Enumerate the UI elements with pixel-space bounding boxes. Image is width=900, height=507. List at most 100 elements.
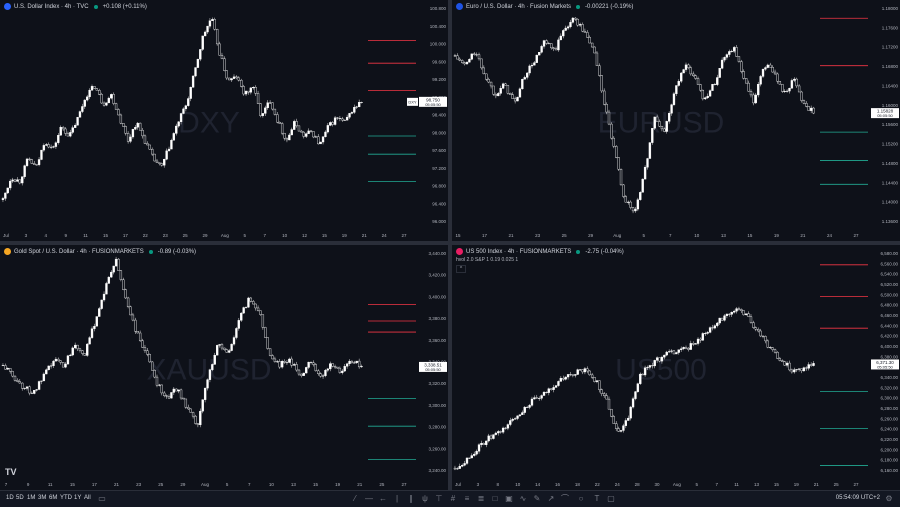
time-tick-label: 23: [136, 482, 142, 487]
candle-up: [98, 308, 101, 317]
trend-line-icon[interactable]: ⁄: [350, 494, 360, 504]
candle-up: [653, 360, 656, 367]
candle-down: [30, 392, 34, 394]
horizontal-line-icon[interactable]: —: [364, 494, 374, 504]
price-tick-label: 6,340.00: [880, 375, 898, 380]
note-icon[interactable]: ▢: [606, 494, 616, 504]
price-tick-label: 97.200: [432, 166, 446, 171]
box-icon[interactable]: ▣: [504, 494, 514, 504]
time-tick-label: 22: [595, 482, 601, 487]
arrow-icon[interactable]: ↗: [546, 494, 556, 504]
candle-down: [588, 37, 591, 44]
candle-down: [547, 43, 550, 45]
candle-up: [761, 69, 765, 77]
candle-up: [86, 96, 89, 101]
price-tick-label: 99.200: [432, 77, 446, 82]
date-range-icon[interactable]: ▭: [97, 494, 107, 504]
fib-extension-icon[interactable]: ≣: [476, 494, 486, 504]
timeframe-all[interactable]: All: [84, 495, 91, 501]
candle-down: [141, 129, 144, 137]
pitchfork-icon[interactable]: ψ: [420, 494, 430, 504]
chart-svg-xauusd[interactable]: XAUUSD3,440.003,420.003,400.003,380.003,…: [0, 245, 448, 490]
timeframe-6m[interactable]: 6M: [49, 495, 57, 501]
price-tick-label: 3,260.00: [428, 446, 446, 451]
chart-pane-eurusd[interactable]: EURUSD 1.18000 1.17600 1.17200 1.16800 1.1640…: [452, 0, 900, 241]
candle-down: [9, 368, 12, 372]
candle-up: [754, 94, 757, 104]
pane-divider-vertical[interactable]: [448, 0, 452, 490]
time-tick-label: 8: [497, 482, 500, 487]
candle-down: [610, 123, 613, 139]
candle-down: [805, 103, 808, 107]
path-icon[interactable]: ∿: [518, 494, 528, 504]
candle-down: [189, 408, 192, 413]
candle-up: [215, 345, 219, 356]
candle-up: [518, 414, 522, 417]
candle-up: [461, 465, 464, 467]
candle-down: [271, 355, 274, 360]
candle-down: [800, 368, 803, 372]
candle-up: [177, 389, 180, 392]
candle-down: [769, 64, 772, 68]
candle-up: [261, 113, 265, 116]
vertical-line-icon[interactable]: |: [392, 494, 402, 504]
timeframe-ytd[interactable]: YTD: [60, 495, 72, 501]
candle-down: [117, 258, 120, 271]
time-tick-label: 30: [654, 482, 660, 487]
candle-down: [699, 84, 702, 91]
time-tick-label: 21: [814, 482, 820, 487]
timeframe-1y[interactable]: 1Y: [74, 495, 81, 501]
candle-up: [535, 54, 538, 63]
candle-up: [516, 415, 519, 419]
candle-down: [155, 376, 159, 386]
candle-down: [146, 350, 149, 355]
chart-svg-us500[interactable]: US5006,580.006,560.006,540.006,520.006,5…: [452, 245, 900, 490]
timeframe-5d[interactable]: 5D: [16, 495, 24, 501]
rectangle-icon[interactable]: □: [490, 494, 500, 504]
candle-up: [196, 58, 200, 68]
candle-up: [783, 91, 786, 92]
pane-divider-horizontal[interactable]: [0, 241, 900, 245]
gann-icon[interactable]: ⊤: [434, 494, 444, 504]
candle-down: [285, 138, 289, 141]
clock[interactable]: 05:54:09 UTC+2: [836, 495, 880, 501]
candle-down: [788, 362, 791, 371]
candle-down: [658, 121, 661, 127]
tradingview-logo[interactable]: TV: [5, 467, 17, 477]
time-tick-label: 7: [248, 482, 251, 487]
collapse-legend-button[interactable]: ^: [456, 265, 466, 273]
chart-svg-dxy[interactable]: DXY100.800100.400100.00099.60099.20098.8…: [0, 0, 448, 241]
price-tick-label: 6,520.00: [880, 282, 898, 287]
text-icon[interactable]: T: [592, 494, 602, 504]
candle-up: [170, 140, 173, 150]
ray-icon[interactable]: ←: [378, 494, 388, 504]
parallel-channel-icon[interactable]: ∥: [406, 494, 416, 504]
time-tick-label: 5: [244, 233, 247, 238]
timeframe-3m[interactable]: 3M: [38, 495, 46, 501]
candle-up: [684, 64, 688, 70]
indicator-legend[interactable]: hvol 2.0 S&P 1 0.19 0.025 1: [456, 257, 518, 263]
grid-icon[interactable]: #: [448, 494, 458, 504]
candle-down: [504, 83, 507, 86]
candle-down: [187, 407, 190, 410]
curve-icon[interactable]: ⌒: [560, 494, 570, 504]
candle-down: [13, 375, 17, 381]
candle-up: [487, 435, 490, 442]
candle-down: [694, 75, 697, 79]
candle-down: [525, 406, 529, 408]
chart-pane-dxy[interactable]: DXY100.800100.400100.00099.60099.20098.8…: [0, 0, 448, 241]
brush-icon[interactable]: ✎: [532, 494, 542, 504]
time-tick-label: 19: [774, 233, 780, 238]
chart-pane-xauusd[interactable]: XAUUSD3,440.003,420.003,400.003,380.003,…: [0, 245, 448, 490]
circle-icon[interactable]: ○: [576, 494, 586, 504]
chart-pane-us500[interactable]: US500 6,580.00 6,560.00 6,540.00 6,520.00 6,5…: [452, 245, 900, 490]
candle-down: [153, 153, 156, 162]
candle-up: [81, 106, 84, 112]
fib-retracement-icon[interactable]: ≡: [462, 494, 472, 504]
candle-down: [49, 146, 53, 148]
chart-svg-eurusd[interactable]: EURUSD 1.18000 1.17600 1.17200 1.16800 1.1640…: [452, 0, 900, 241]
timeframe-1d[interactable]: 1D: [6, 495, 14, 501]
settings-icon[interactable]: ⚙: [884, 494, 894, 504]
timeframe-1m[interactable]: 1M: [27, 495, 35, 501]
candle-up: [199, 49, 202, 60]
